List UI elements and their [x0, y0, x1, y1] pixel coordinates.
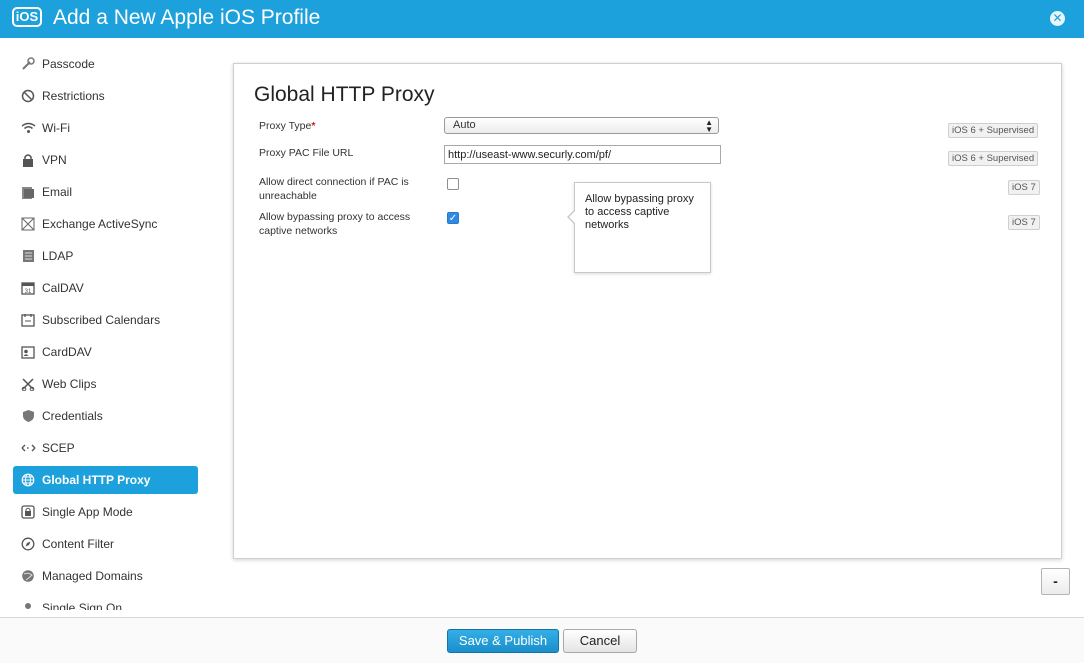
- sidebar-item-single-app-mode[interactable]: Single App Mode: [13, 498, 198, 526]
- managed-domains-icon: [20, 568, 36, 584]
- shield-icon: [20, 408, 36, 424]
- sidebar-nav: Passcode Restrictions Wi-Fi VPN Email Ex…: [0, 38, 210, 610]
- sidebar-item-web-clips[interactable]: Web Clips: [13, 370, 198, 398]
- sidebar-item-passcode[interactable]: Passcode: [13, 50, 198, 78]
- sidebar-item-scep[interactable]: SCEP: [13, 434, 198, 462]
- help-tooltip: Allow bypassing proxy to access captive …: [567, 182, 711, 273]
- wifi-icon: [20, 120, 36, 136]
- sidebar-item-exchange[interactable]: Exchange ActiveSync: [13, 210, 198, 238]
- web-clips-icon: [20, 376, 36, 392]
- allow-direct-version-badge: iOS 7: [1008, 180, 1040, 195]
- tooltip-line3: networks: [585, 219, 630, 231]
- lock-icon: [20, 152, 36, 168]
- cancel-button[interactable]: Cancel: [563, 629, 637, 653]
- allow-bypass-label-line2: captive networks: [259, 225, 338, 237]
- sidebar-item-label: Single App Mode: [42, 505, 133, 519]
- sidebar-item-label: Global HTTP Proxy: [42, 473, 151, 487]
- proxy-type-value: Auto: [453, 119, 476, 131]
- sidebar-item-label: Credentials: [42, 409, 103, 423]
- pac-url-label: Proxy PAC File URL: [259, 147, 354, 159]
- contact-card-icon: [20, 344, 36, 360]
- proxy-type-select[interactable]: Auto ▲ ▼: [444, 117, 719, 134]
- ios-logo-icon: iOS: [12, 7, 42, 27]
- sidebar-item-label: Passcode: [42, 57, 95, 71]
- pac-url-version-badge: iOS 6 + Supervised: [948, 151, 1039, 166]
- scep-icon: [20, 440, 36, 456]
- sidebar-item-label: CalDAV: [42, 281, 84, 295]
- checkmark-icon: ✓: [448, 213, 458, 224]
- allow-direct-label-line1: Allow direct connection if PAC is: [259, 176, 409, 188]
- sidebar-item-label: Single Sign On: [42, 601, 123, 610]
- allow-bypass-checkbox[interactable]: ✓: [447, 212, 459, 224]
- dialog-footer: Save & Publish Cancel: [0, 617, 1084, 663]
- collapse-button[interactable]: -: [1041, 568, 1070, 595]
- subscribed-calendar-icon: [20, 312, 36, 328]
- compass-icon: [20, 536, 36, 552]
- single-sign-on-icon: [20, 600, 36, 610]
- sidebar-item-label: Email: [42, 185, 73, 199]
- email-icon: [20, 184, 36, 200]
- select-arrows-icon: ▲ ▼: [705, 118, 713, 134]
- panel-title: Global HTTP Proxy: [254, 83, 435, 106]
- sidebar-item-global-http-proxy[interactable]: Global HTTP Proxy: [13, 466, 198, 494]
- exchange-icon: [20, 216, 36, 232]
- allow-direct-label-line2: unreachable: [259, 190, 317, 202]
- restrictions-icon: [20, 88, 36, 104]
- sidebar-item-label: Restrictions: [42, 89, 105, 103]
- tooltip-line1: Allow bypassing proxy: [585, 193, 694, 205]
- globe-icon: [20, 472, 36, 488]
- sidebar-item-label: Content Filter: [42, 537, 115, 551]
- sidebar-item-content-filter[interactable]: Content Filter: [13, 530, 198, 558]
- proxy-type-label-text: Proxy Type: [259, 120, 312, 132]
- allow-direct-checkbox[interactable]: [447, 178, 459, 190]
- passcode-icon: [20, 56, 36, 72]
- proxy-type-version-badge: iOS 6 + Supervised: [948, 123, 1039, 138]
- save-publish-button[interactable]: Save & Publish: [447, 629, 559, 653]
- calendar-icon: 31: [20, 280, 36, 296]
- sidebar-item-label: VPN: [42, 153, 67, 167]
- sidebar-item-ldap[interactable]: LDAP: [13, 242, 198, 270]
- allow-bypass-label: Allow bypassing proxy to access captive n…: [259, 210, 410, 238]
- sidebar-item-label: LDAP: [42, 249, 74, 263]
- sidebar-item-single-sign-on[interactable]: Single Sign On: [13, 594, 198, 610]
- close-icon: ✕: [1052, 11, 1063, 25]
- pac-url-input[interactable]: [444, 145, 721, 164]
- allow-bypass-version-badge: iOS 7: [1008, 215, 1040, 230]
- sidebar-item-subscribed-calendars[interactable]: Subscribed Calendars: [13, 306, 198, 334]
- ldap-icon: [20, 248, 36, 264]
- dialog-header: iOS Add a New Apple iOS Profile ✕: [0, 0, 1084, 38]
- sidebar-item-caldav[interactable]: 31 CalDAV: [13, 274, 198, 302]
- sidebar-item-label: Managed Domains: [42, 569, 143, 583]
- proxy-type-label: Proxy Type*: [259, 119, 315, 133]
- allow-direct-label: Allow direct connection if PAC is unreach…: [259, 175, 409, 203]
- sidebar-item-label: Wi-Fi: [42, 121, 70, 135]
- sidebar-item-label: Exchange ActiveSync: [42, 217, 158, 231]
- proxy-settings-panel: Global HTTP Proxy Proxy Type* Auto ▲ ▼ iO…: [233, 63, 1062, 559]
- sidebar-item-restrictions[interactable]: Restrictions: [13, 82, 198, 110]
- sidebar-item-email[interactable]: Email: [13, 178, 198, 206]
- sidebar-item-credentials[interactable]: Credentials: [13, 402, 198, 430]
- svg-text:31: 31: [25, 289, 32, 295]
- required-marker: *: [311, 120, 316, 132]
- sidebar-item-managed-domains[interactable]: Managed Domains: [13, 562, 198, 590]
- sidebar-item-label: SCEP: [42, 441, 75, 455]
- allow-bypass-label-line1: Allow bypassing proxy to access: [259, 211, 411, 223]
- sidebar-item-label: CardDAV: [42, 345, 92, 359]
- close-button[interactable]: ✕: [1050, 11, 1065, 26]
- sidebar-item-label: Subscribed Calendars: [42, 313, 161, 327]
- tooltip-pointer-inner: [569, 210, 576, 224]
- sidebar-item-carddav[interactable]: CardDAV: [13, 338, 198, 366]
- tooltip-line2: to access captive: [585, 206, 670, 218]
- sidebar-item-label: Web Clips: [42, 377, 97, 391]
- sidebar-item-vpn[interactable]: VPN: [13, 146, 198, 174]
- sidebar-item-wifi[interactable]: Wi-Fi: [13, 114, 198, 142]
- single-app-icon: [20, 504, 36, 520]
- dialog-title: Add a New Apple iOS Profile: [53, 6, 321, 29]
